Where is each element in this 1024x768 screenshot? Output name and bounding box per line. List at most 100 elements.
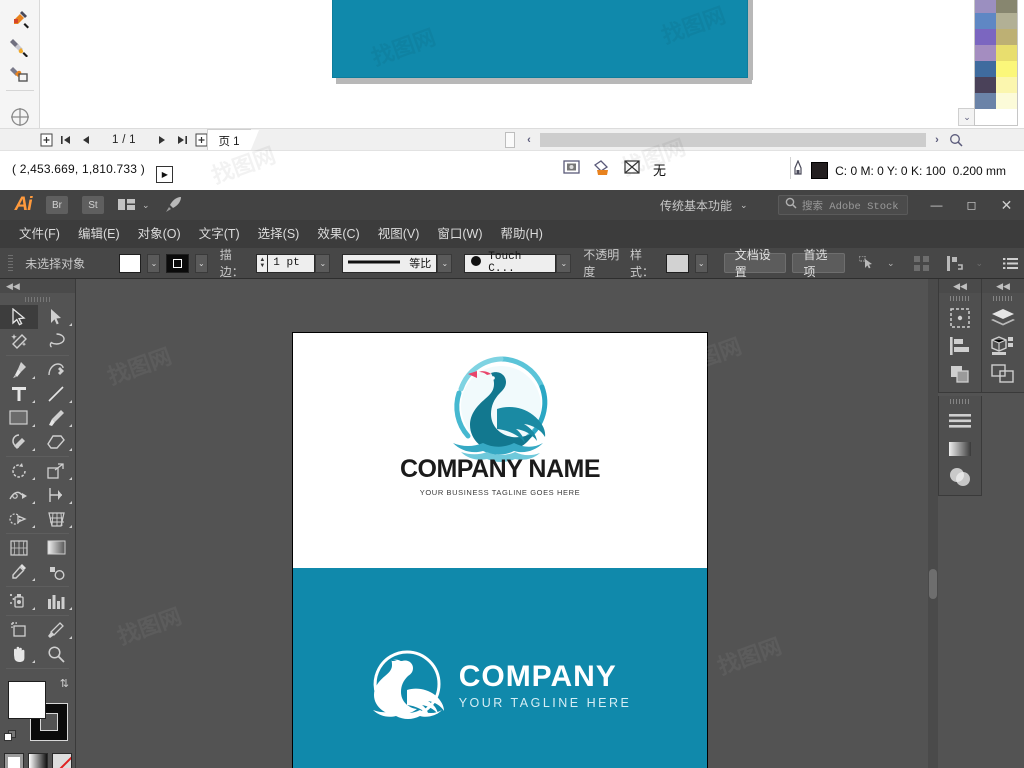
workspace-switcher[interactable]: 传统基本功能 ⌄ <box>660 190 748 220</box>
direct-selection-tool[interactable] <box>38 305 76 329</box>
palette-swatch[interactable] <box>996 29 1017 45</box>
menu-help[interactable]: 帮助(H) <box>492 220 552 248</box>
page-bar-resize-grip[interactable] <box>505 132 515 148</box>
selection-tool[interactable] <box>0 305 38 329</box>
palette-swatch[interactable] <box>975 93 996 109</box>
brush-select[interactable]: Touch C... <box>464 251 557 275</box>
brush-caret-icon[interactable]: ⌄ <box>556 253 572 273</box>
stroke-weight-caret-icon[interactable]: ⌄ <box>315 253 331 273</box>
transparency-panel-icon[interactable] <box>939 463 981 491</box>
zoom-tool[interactable] <box>38 642 76 666</box>
document-canvas[interactable]: COMPANY NAME YOUR BUSINESS TAGLINE GOES … <box>76 279 938 768</box>
horizontal-scrollbar[interactable]: ‹ › <box>520 130 966 150</box>
scroll-left-button[interactable]: ‹ <box>520 131 538 149</box>
fill-color-swatch[interactable] <box>8 681 46 719</box>
gradient-tool[interactable] <box>38 536 76 560</box>
preferences-button[interactable]: 首选项 <box>792 248 845 279</box>
select-similar-icon[interactable] <box>858 256 875 270</box>
stroke-weight-stepper[interactable]: ▲ ▼ <box>256 253 268 273</box>
zoom-target-tool[interactable] <box>8 105 32 129</box>
menu-effect[interactable]: 效果(C) <box>308 220 368 248</box>
panel-grip[interactable] <box>939 396 981 407</box>
shaper-tool[interactable] <box>0 430 38 454</box>
tools-panel-grip[interactable] <box>0 293 75 305</box>
outline-color-swatch[interactable] <box>811 162 829 179</box>
width-tool[interactable] <box>0 483 38 507</box>
layers-icon[interactable] <box>982 304 1024 332</box>
palette-swatch[interactable] <box>975 77 996 93</box>
stock-button[interactable]: St <box>82 196 104 214</box>
zoom-fit-button[interactable] <box>946 131 966 149</box>
asset-export-icon[interactable] <box>982 332 1024 360</box>
curvature-tool[interactable] <box>38 358 76 382</box>
add-page-start-button[interactable] <box>36 130 56 150</box>
pathfinder-icon[interactable] <box>939 360 981 388</box>
scroll-right-button[interactable]: › <box>928 131 946 149</box>
no-fill-icon[interactable] <box>624 159 641 179</box>
swap-fill-stroke-icon[interactable]: ⇅ <box>60 677 69 690</box>
rotate-tool[interactable] <box>0 459 38 483</box>
palette-swatch[interactable] <box>975 0 996 13</box>
stock-rocket-icon[interactable] <box>164 196 184 214</box>
stroke-swatch[interactable] <box>166 253 189 273</box>
menu-view[interactable]: 视图(V) <box>369 220 429 248</box>
mesh-tool[interactable] <box>0 536 38 560</box>
perspective-grid-tool[interactable] <box>38 507 76 531</box>
smart-fill-tool[interactable] <box>8 62 32 86</box>
palette-swatch[interactable] <box>996 45 1017 61</box>
document-setup-button[interactable]: 文档设置 <box>723 248 787 279</box>
corel-canvas[interactable]: 找图网 找图网 <box>40 0 1024 130</box>
scale-tool[interactable] <box>38 459 76 483</box>
palette-swatch[interactable] <box>975 29 996 45</box>
scrollbar-thumb[interactable] <box>540 133 926 147</box>
palette-swatch[interactable] <box>996 61 1017 77</box>
align-icon[interactable] <box>939 332 981 360</box>
page-tab-1[interactable]: 页 1 <box>207 129 259 152</box>
graphic-style-swatch[interactable] <box>666 253 689 273</box>
panel-collapse-right[interactable]: ◀◀ <box>981 279 1024 293</box>
palette-swatch[interactable] <box>996 0 1017 13</box>
close-button[interactable]: ✕ <box>989 190 1024 220</box>
stroke-profile-select[interactable]: 等比 <box>342 253 438 273</box>
maximize-button[interactable]: ◻ <box>954 190 989 220</box>
last-page-button[interactable] <box>172 130 192 150</box>
palette-swatch[interactable] <box>996 93 1017 109</box>
type-tool[interactable] <box>0 382 38 406</box>
arrange-caret-icon[interactable]: ⌄ <box>142 200 150 211</box>
menu-object[interactable]: 对象(O) <box>129 220 190 248</box>
menu-edit[interactable]: 编辑(E) <box>69 220 129 248</box>
gradient-mode-button[interactable] <box>27 753 48 768</box>
panel-grip[interactable] <box>939 293 981 304</box>
outline-pen-icon[interactable] <box>792 159 804 181</box>
palette-swatch[interactable] <box>975 61 996 77</box>
fill-bucket-icon[interactable] <box>592 159 612 179</box>
minimize-button[interactable]: — <box>919 190 954 220</box>
menu-select[interactable]: 选择(S) <box>249 220 309 248</box>
screen-preview-icon[interactable] <box>563 159 580 179</box>
corel-color-palette[interactable] <box>974 0 1018 126</box>
control-bar-grip[interactable] <box>8 254 14 272</box>
eyedropper-tool[interactable] <box>0 560 38 584</box>
blend-tool[interactable] <box>38 560 76 584</box>
eyedropper-tool[interactable] <box>8 6 32 30</box>
style-caret-icon[interactable]: ⌄ <box>694 253 708 273</box>
canvas-scrollbar-thumb[interactable] <box>929 569 937 599</box>
menu-file[interactable]: 文件(F) <box>10 220 69 248</box>
eraser-tool[interactable] <box>38 430 76 454</box>
panel-options-icon[interactable] <box>1003 257 1019 270</box>
menu-window[interactable]: 窗口(W) <box>428 220 491 248</box>
interactive-fill-tool[interactable] <box>8 34 32 58</box>
previous-page-button[interactable] <box>76 130 96 150</box>
stroke-weight-value[interactable]: 1 pt <box>267 253 316 273</box>
pen-tool[interactable] <box>0 358 38 382</box>
palette-swatch[interactable] <box>996 77 1017 93</box>
none-mode-button[interactable] <box>51 753 72 768</box>
coordinates-expand-button[interactable]: ▶ <box>156 166 174 183</box>
canvas-vertical-scrollbar[interactable] <box>928 279 938 768</box>
stock-search-input[interactable]: 搜索 Adobe Stock <box>778 195 908 215</box>
bridge-button[interactable]: Br <box>46 196 68 214</box>
column-graph-tool[interactable] <box>38 589 76 613</box>
hand-tool[interactable] <box>0 642 38 666</box>
next-page-button[interactable] <box>152 130 172 150</box>
shape-builder-tool[interactable] <box>0 507 38 531</box>
